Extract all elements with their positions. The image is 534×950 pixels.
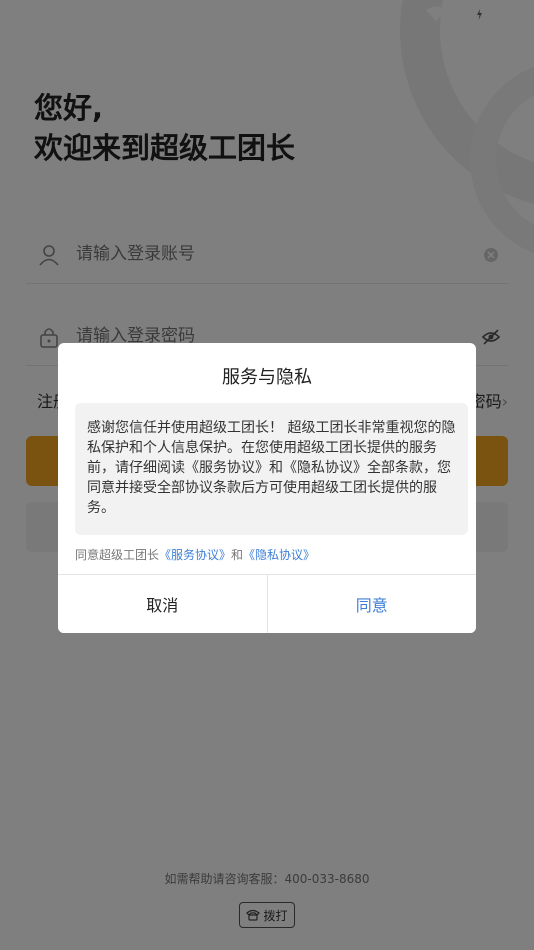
agree-button[interactable]: 同意 (267, 575, 476, 633)
dialog-footer: 取消 同意 (58, 574, 476, 633)
dialog-title: 服务与隐私 (222, 367, 312, 388)
privacy-agreement-link[interactable]: 《隐私协议》 (243, 548, 315, 562)
agreement-and: 和 (231, 548, 244, 562)
service-agreement-link[interactable]: 《服务协议》 (159, 548, 231, 562)
agreement-line: 同意超级工团长《服务协议》和《隐私协议》 (75, 546, 315, 563)
privacy-dialog: 服务与隐私 感谢您信任并使用超级工团长！ 超级工团长非常重视您的隐私保护和个人信… (58, 343, 476, 633)
dialog-body-text: 感谢您信任并使用超级工团长！ 超级工团长非常重视您的隐私保护和个人信息保护。在您… (75, 403, 468, 535)
agreement-prefix: 同意超级工团长 (75, 548, 160, 562)
cancel-button[interactable]: 取消 (58, 575, 268, 633)
